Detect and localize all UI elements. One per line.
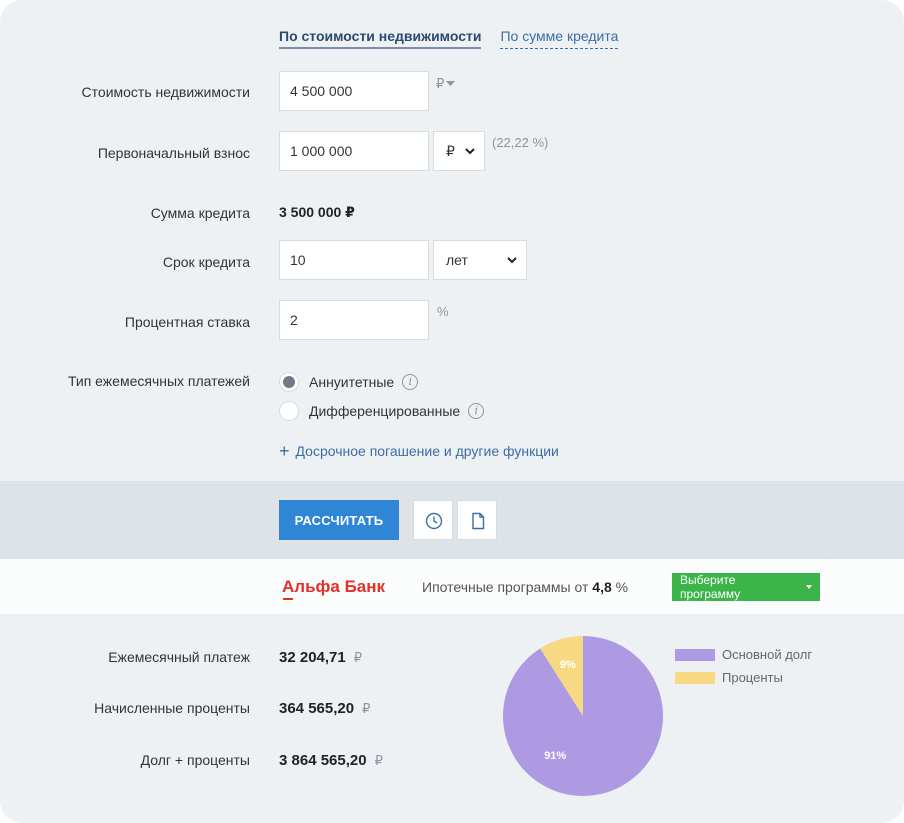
loan-amount-value: 3 500 000 ₽ — [279, 204, 355, 220]
tab-by-loan[interactable]: По сумме кредита — [500, 28, 619, 49]
currency: ₽ — [374, 753, 383, 768]
document-button[interactable] — [457, 500, 497, 540]
down-payment-unit-select[interactable]: ₽ — [433, 131, 485, 171]
mortgage-calculator: По стоимости недвижимости По сумме креди… — [0, 0, 904, 823]
property-cost-label: Стоимость недвижимости — [81, 84, 250, 100]
pie-label-1: 9% — [560, 659, 576, 671]
choose-program-label: Выберите программу — [680, 573, 741, 601]
radio-label: Дифференцированные — [309, 403, 461, 419]
term-label: Срок кредита — [162, 254, 250, 270]
bank-logo-text: Альфа Банк — [282, 577, 386, 596]
total-value: 3 864 565,20 ₽ — [279, 752, 383, 769]
clock-icon — [425, 512, 443, 530]
legend-label: Проценты — [722, 670, 783, 685]
offer-rate: 4,8 — [592, 579, 612, 595]
loan-amount-label: Сумма кредита — [150, 205, 250, 221]
monthly-payment-label: Ежемесячный платеж — [108, 649, 250, 665]
radio-differentiated[interactable]: Дифференцированные i — [279, 401, 485, 421]
radio-label: Аннуитетные — [309, 374, 395, 390]
pie-legend: Основной долг Проценты — [675, 643, 812, 689]
currency: ₽ — [362, 701, 371, 716]
legend-item-1: Проценты — [675, 666, 812, 689]
radio-button[interactable] — [279, 372, 299, 392]
tab-by-property[interactable]: По стоимости недвижимости — [279, 28, 482, 49]
legend-swatch — [675, 648, 715, 661]
total-label: Долг + проценты — [140, 752, 250, 768]
history-button[interactable] — [413, 500, 453, 540]
currency-symbol: ₽ — [436, 76, 445, 91]
property-cost-input[interactable]: 4 500 000 — [279, 71, 429, 111]
calculate-button[interactable]: РАССЧИТАТЬ — [279, 500, 399, 540]
bank-logo[interactable]: Альфа Банк — [282, 577, 386, 600]
offer-suffix: % — [615, 579, 629, 595]
caret-down-icon — [806, 585, 812, 589]
payment-type-label: Тип ежемесячных платежей — [67, 373, 250, 389]
logo-underline — [283, 598, 293, 600]
legend-label: Основной долг — [722, 647, 813, 662]
chevron-down-icon — [507, 257, 517, 264]
extra-functions-link[interactable]: + Досрочное погашение и другие функции — [279, 441, 559, 461]
rate-label: Процентная ставка — [124, 314, 250, 330]
down-payment-input[interactable]: 1 000 000 — [279, 131, 429, 171]
caret-down-icon — [446, 81, 456, 86]
radio-button[interactable] — [279, 401, 299, 421]
interest-value: 364 565,20 ₽ — [279, 700, 370, 717]
bank-offer-text: Ипотечные программы от 4,8 % — [422, 579, 628, 595]
rate-unit: % — [437, 304, 449, 319]
select-value: лет — [446, 252, 468, 268]
extra-functions-label: Досрочное погашение и другие функции — [295, 443, 559, 459]
legend-swatch — [675, 671, 715, 684]
down-payment-percent: (22,22 %) — [492, 135, 549, 150]
rate-input[interactable]: 2 — [279, 300, 429, 340]
term-unit-select[interactable]: лет — [433, 240, 527, 280]
currency: ₽ — [353, 650, 363, 665]
select-value: ₽ — [446, 143, 455, 159]
term-input[interactable]: 10 — [279, 240, 429, 280]
pie-label-0: 91% — [544, 750, 566, 762]
radio-annuity[interactable]: Аннуитетные i — [279, 372, 419, 392]
document-icon — [472, 512, 485, 530]
amount: 3 864 565,20 — [279, 752, 367, 769]
down-payment-label: Первоначальный взнос — [97, 145, 250, 161]
monthly-payment-value: 32 204,71 ₽ — [279, 649, 362, 666]
info-icon[interactable]: i — [468, 403, 485, 419]
choose-program-button[interactable]: Выберите программу — [672, 573, 820, 601]
amount: 32 204,71 — [279, 649, 346, 666]
info-icon[interactable]: i — [402, 374, 419, 390]
currency-dropdown[interactable]: ₽ — [436, 76, 456, 92]
calc-mode-tabs: По стоимости недвижимости По сумме креди… — [279, 28, 619, 49]
interest-label: Начисленные проценты — [94, 700, 250, 716]
amount: 364 565,20 — [279, 700, 355, 717]
chevron-down-icon — [465, 148, 475, 155]
plus-icon: + — [279, 441, 290, 461]
payment-pie-chart: 91% 9% — [503, 636, 663, 796]
offer-prefix: Ипотечные программы от — [422, 579, 589, 595]
legend-item-0: Основной долг — [675, 643, 812, 666]
